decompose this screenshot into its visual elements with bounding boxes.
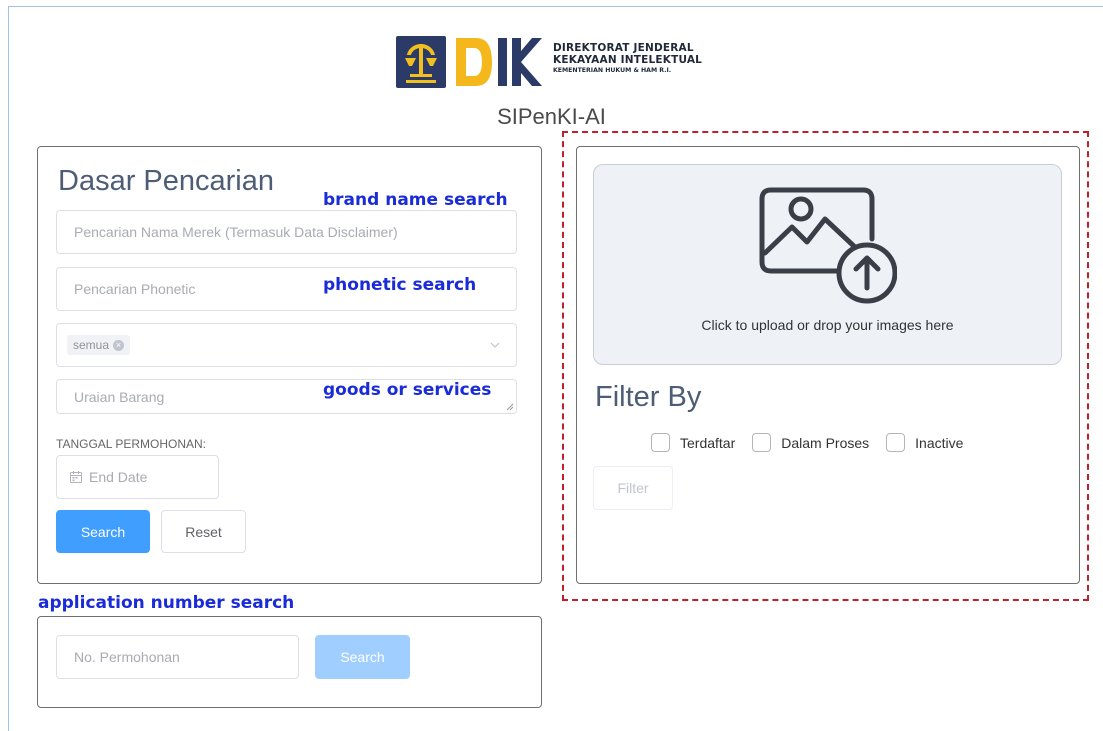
- logo-wordmark: DIREKTORAT JENDERAL KEKAYAAN INTELEKTUAL…: [553, 42, 773, 75]
- application-search-panel: No. Permohonan Search: [37, 616, 542, 708]
- brand-name-placeholder: Pencarian Nama Merek (Termasuk Data Disc…: [74, 224, 398, 240]
- logo-line-1: DIREKTORAT JENDERAL: [553, 42, 694, 54]
- goods-placeholder: Uraian Barang: [74, 388, 165, 405]
- highlight-box: [562, 131, 1089, 601]
- end-date-placeholder: End Date: [89, 469, 148, 485]
- annotation-brand: brand name search: [323, 190, 508, 210]
- phonetic-placeholder: Pencarian Phonetic: [74, 281, 196, 297]
- resize-handle-icon[interactable]: [506, 403, 514, 411]
- application-search-button[interactable]: Search: [315, 635, 410, 679]
- logo-line-2: KEKAYAAN INTELEKTUAL: [553, 54, 703, 66]
- app-title: SIPenKI-AI: [497, 104, 606, 129]
- reset-button[interactable]: Reset: [161, 510, 246, 553]
- ministry-emblem-icon: [396, 36, 446, 88]
- search-button[interactable]: Search: [56, 510, 150, 553]
- logo-line-3: KEMENTERIAN HUKUM & HAM R.I.: [553, 67, 672, 74]
- close-icon[interactable]: ×: [113, 339, 125, 351]
- end-date-input[interactable]: End Date: [56, 455, 219, 499]
- application-number-placeholder: No. Permohonan: [74, 649, 180, 665]
- selected-tag-label: semua: [73, 338, 110, 352]
- category-select[interactable]: semua ×: [56, 323, 517, 367]
- basic-search-panel: Dasar Pencarian Pencarian Nama Merek (Te…: [37, 146, 542, 584]
- selected-tag: semua ×: [67, 335, 131, 355]
- chevron-down-icon[interactable]: [488, 338, 502, 352]
- annotation-phonetic: phonetic search: [323, 275, 477, 295]
- annotation-application: application number search: [38, 593, 295, 613]
- application-number-input[interactable]: No. Permohonan: [56, 635, 299, 679]
- date-label: TANGGAL PERMOHONAN:: [56, 437, 207, 451]
- basic-search-heading: Dasar Pencarian: [58, 165, 274, 197]
- annotation-goods: goods or services: [323, 380, 492, 400]
- calendar-icon: [70, 471, 82, 483]
- frame-border-top: [8, 6, 1103, 7]
- djki-mark-icon: [456, 38, 542, 86]
- brand-name-input[interactable]: Pencarian Nama Merek (Termasuk Data Disc…: [56, 210, 517, 254]
